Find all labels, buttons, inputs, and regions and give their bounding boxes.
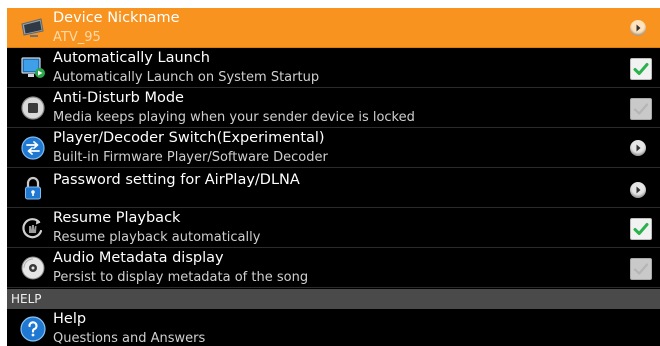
stop-button-icon <box>19 94 47 122</box>
setting-help[interactable]: Help Questions and Answers <box>7 309 660 346</box>
setting-anti-disturb-mode[interactable]: Anti-Disturb Mode Media keeps playing wh… <box>7 88 660 128</box>
resume-playback-checkbox[interactable] <box>630 218 652 240</box>
setting-title: Help <box>53 311 87 327</box>
setting-title: Automatically Launch <box>53 50 211 66</box>
setting-title: Password setting for AirPlay/DLNA <box>53 172 300 188</box>
setting-audio-metadata[interactable]: Audio Metadata display Persist to displa… <box>7 248 660 288</box>
setting-subtitle: Automatically Launch on System Startup <box>53 70 320 85</box>
setting-subtitle: Media keeps playing when your sender dev… <box>53 110 415 125</box>
setting-subtitle: ATV_95 <box>53 30 101 45</box>
lock-icon <box>19 174 47 202</box>
setting-subtitle: Built-in Firmware Player/Software Decode… <box>53 150 328 165</box>
chevron-right-icon[interactable] <box>630 20 646 36</box>
resume-hand-icon <box>19 214 47 242</box>
disc-icon <box>19 254 47 282</box>
chevron-right-icon[interactable] <box>630 140 646 156</box>
setting-subtitle: Persist to display metadata of the song <box>53 270 309 285</box>
help-section-header: HELP <box>7 289 660 309</box>
auto-launch-checkbox[interactable] <box>630 58 652 80</box>
setting-title: Device Nickname <box>53 10 180 26</box>
setting-title: Resume Playback <box>53 210 181 226</box>
setting-subtitle: Questions and Answers <box>53 331 206 346</box>
settings-screen: Device Nickname ATV_95 Automatically Lau… <box>7 8 660 346</box>
switch-arrows-icon <box>19 134 47 162</box>
setting-title: Audio Metadata display <box>53 250 224 266</box>
setting-automatically-launch[interactable]: Automatically Launch Automatically Launc… <box>7 48 660 88</box>
help-question-icon <box>19 315 47 343</box>
setting-device-nickname[interactable]: Device Nickname ATV_95 <box>7 8 660 48</box>
setting-subtitle: Resume playback automatically <box>53 230 261 245</box>
setting-player-decoder-switch[interactable]: Player/Decoder Switch(Experimental) Buil… <box>7 128 660 168</box>
chevron-right-icon[interactable] <box>630 182 646 198</box>
setting-resume-playback[interactable]: Resume Playback Resume playback automati… <box>7 208 660 248</box>
tv-device-icon <box>19 14 47 42</box>
setting-password[interactable]: Password setting for AirPlay/DLNA <box>7 168 660 208</box>
monitor-launch-icon <box>19 54 47 82</box>
setting-title: Anti-Disturb Mode <box>53 90 184 106</box>
audio-metadata-checkbox[interactable] <box>630 258 652 280</box>
anti-disturb-checkbox[interactable] <box>630 98 652 120</box>
setting-title: Player/Decoder Switch(Experimental) <box>53 130 325 146</box>
